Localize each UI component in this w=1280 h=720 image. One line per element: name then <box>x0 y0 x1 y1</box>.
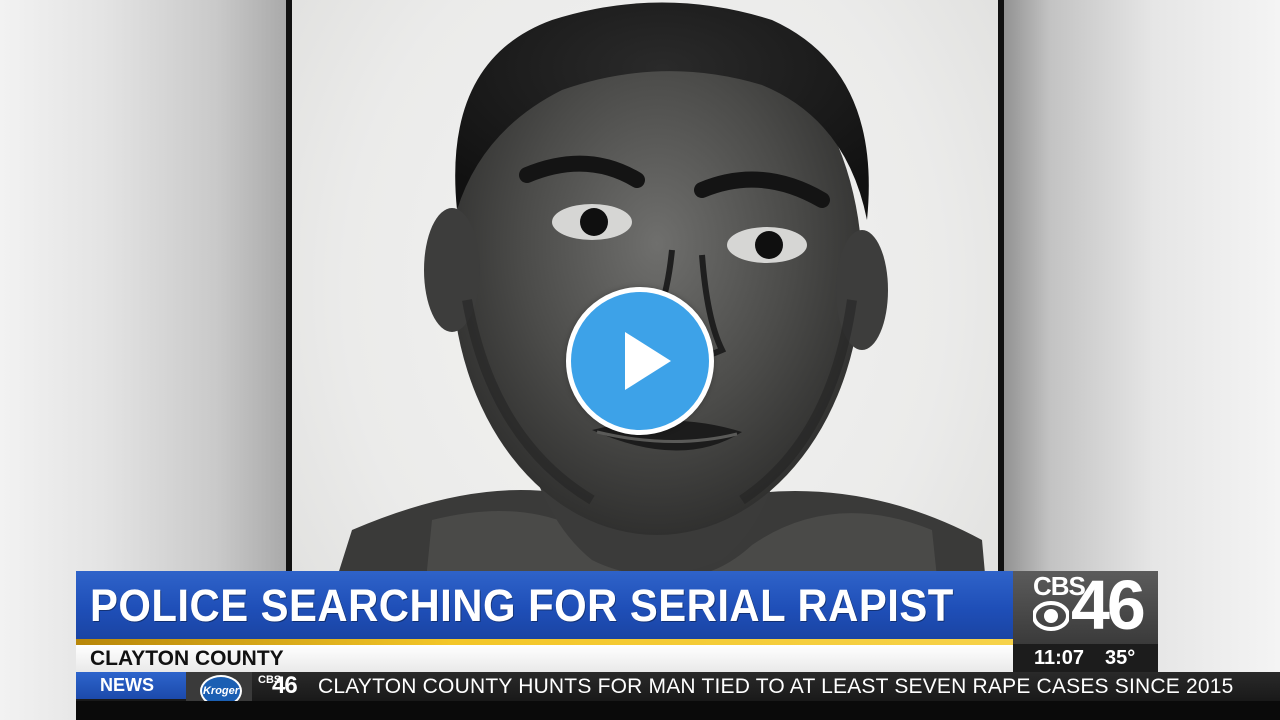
ticker-label: NEWS <box>76 672 186 699</box>
news-ticker: NEWS Kroger CBS 46 CLAYTON COUNTY HUNTS … <box>76 672 1280 720</box>
play-icon <box>625 332 671 390</box>
ticker-text: CLAYTON COUNTY HUNTS FOR MAN TIED TO AT … <box>318 675 1234 698</box>
ticker-bottom-strip <box>76 701 1280 720</box>
channel-number: 46 <box>1071 566 1146 644</box>
time-temperature-bar: 11:07 35° <box>1013 644 1158 672</box>
location-banner: CLAYTON COUNTY <box>76 645 1013 672</box>
location-text: CLAYTON COUNTY <box>90 647 284 670</box>
headline-banner: POLICE SEARCHING FOR SERIAL RAPIST <box>76 571 1013 639</box>
ticker-station-logo: CBS 46 <box>256 672 302 699</box>
clock-time: 11:07 <box>1034 647 1085 669</box>
headline-text: POLICE SEARCHING FOR SERIAL RAPIST <box>90 580 954 631</box>
cbs-eye-icon <box>1033 601 1069 631</box>
station-logo: CBS 46 11:07 35° <box>1013 566 1158 672</box>
temperature: 35° <box>1105 647 1136 669</box>
play-button[interactable] <box>566 287 714 435</box>
ticker-channel-number: 46 <box>272 672 298 699</box>
